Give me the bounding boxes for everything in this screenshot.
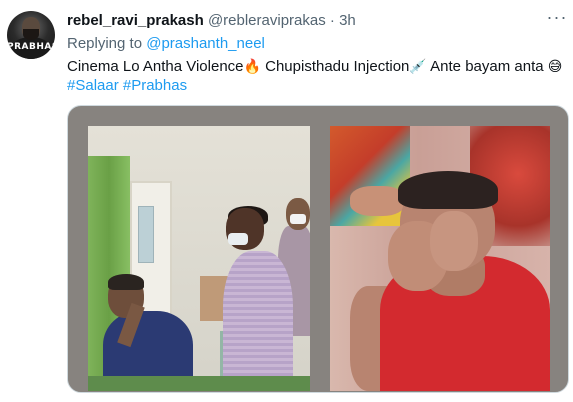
hair bbox=[398, 171, 498, 209]
tweet[interactable]: PRABHAS rebel_ravi_prakash @rebleravipra… bbox=[0, 0, 573, 402]
avatar-brand-text: PRABHAS bbox=[7, 42, 55, 52]
hashtag-prabhas[interactable]: #Prabhas bbox=[123, 77, 187, 94]
display-name[interactable]: rebel_ravi_prakash bbox=[67, 12, 204, 29]
background-man-mask bbox=[290, 214, 306, 224]
mention-link[interactable]: @prashanth_neel bbox=[146, 35, 265, 52]
separator-dot: · bbox=[329, 12, 335, 29]
crying-man-photo[interactable] bbox=[330, 126, 550, 391]
tweet-text-part2: Chupisthadu Injection bbox=[260, 58, 410, 75]
nurse-body bbox=[223, 251, 293, 391]
tweet-text-part3: Ante bayam anta bbox=[426, 58, 548, 75]
timestamp[interactable]: 3h bbox=[339, 12, 356, 29]
avatar[interactable]: PRABHAS bbox=[7, 11, 55, 59]
floor bbox=[88, 376, 310, 391]
user-handle[interactable]: @rebleraviprakas bbox=[208, 12, 326, 29]
door-window bbox=[138, 206, 154, 263]
vaccination-photo[interactable] bbox=[88, 126, 310, 391]
second-hand-on-face bbox=[430, 211, 478, 271]
seated-man-hair bbox=[108, 274, 144, 290]
syringe-emoji-icon: 💉 bbox=[409, 59, 427, 75]
replying-to-label: Replying to bbox=[67, 35, 143, 52]
hand-top bbox=[350, 186, 405, 216]
tweet-header: rebel_ravi_prakash @rebleraviprakas · 3h bbox=[67, 12, 356, 30]
hashtags-line: #Salaar #Prabhas bbox=[67, 76, 187, 95]
replying-to-line: Replying to @prashanth_neel bbox=[67, 35, 265, 53]
avatar-beard bbox=[23, 29, 39, 40]
hashtag-salaar[interactable]: #Salaar bbox=[67, 77, 119, 94]
sweat-smile-emoji-icon: 😅 bbox=[547, 59, 563, 75]
tweet-text-part1: Cinema Lo Antha Violence bbox=[67, 58, 244, 75]
nurse-mask bbox=[228, 233, 248, 245]
fire-emoji-icon: 🔥 bbox=[243, 59, 261, 75]
tweet-text: Cinema Lo Antha Violence🔥 Chupisthadu In… bbox=[67, 57, 562, 77]
more-horizontal-icon[interactable]: ··· bbox=[546, 8, 568, 30]
tweet-media[interactable] bbox=[67, 105, 569, 393]
